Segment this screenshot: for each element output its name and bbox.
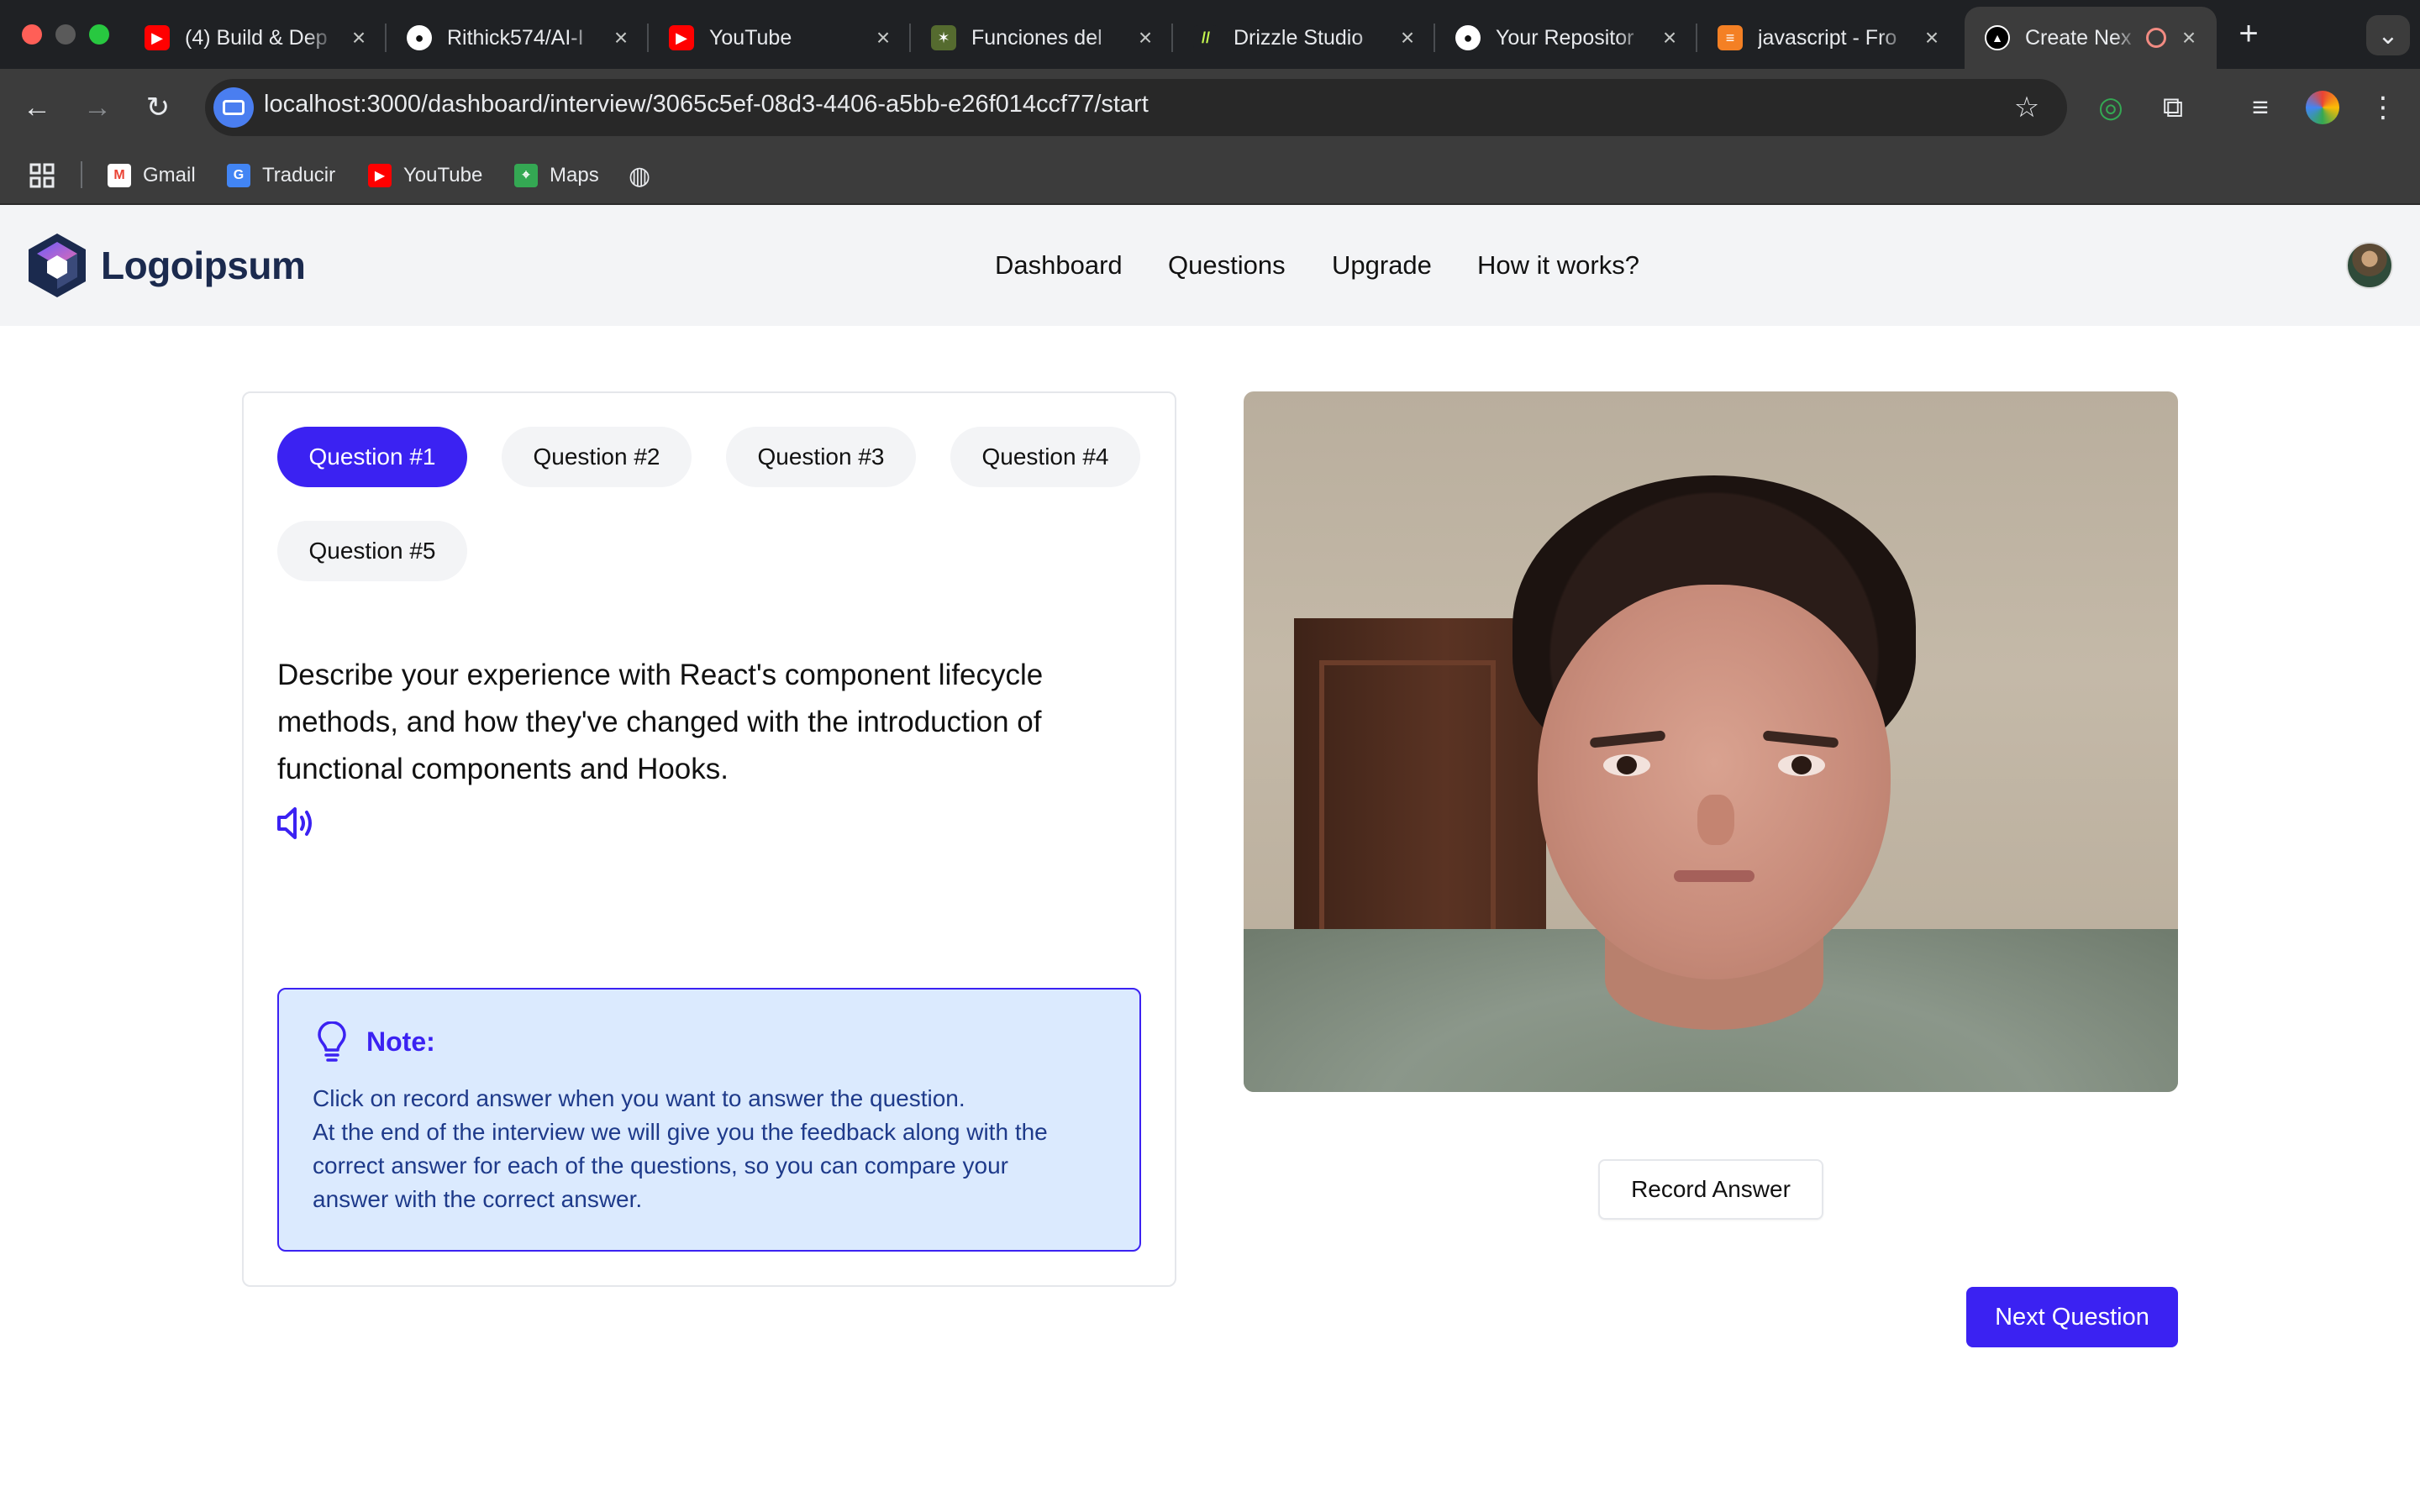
new-tab-button[interactable]: + (2228, 13, 2269, 54)
url-text[interactable]: localhost:3000/dashboard/interview/3065c… (264, 91, 1149, 118)
bookmark-star-icon[interactable]: ☆ (2007, 87, 2047, 128)
question-tab-5[interactable]: Question #5 (277, 521, 467, 581)
webcam-person-eye (1603, 754, 1650, 776)
nav-upgrade[interactable]: Upgrade (1332, 250, 1432, 281)
translate-icon: G (227, 164, 250, 187)
globe-icon[interactable]: ◍ (629, 160, 650, 192)
tab-title: javascript - Fro (1758, 25, 1897, 50)
apps-grid-icon[interactable] (29, 160, 55, 192)
bookmark-label: Traducir (262, 164, 336, 186)
note-line: At the end of the interview we will give… (313, 1119, 1048, 1145)
close-tab-icon[interactable]: × (346, 24, 371, 51)
youtube-icon: ▶ (368, 164, 392, 187)
bookmark-maps[interactable]: ⌖ Maps (514, 160, 599, 192)
browser-tab[interactable]: ✶ Funciones del × (911, 7, 1173, 69)
browser-tab-strip: ▶ (4) Build & Dep × ● Rithick574/AI-I × … (0, 0, 2420, 69)
webcam-person-nose (1697, 795, 1734, 845)
question-tab-1[interactable]: Question #1 (277, 427, 467, 487)
webcam-person-mouth (1674, 870, 1754, 882)
question-line: methods, and how they've changed with th… (277, 706, 1042, 738)
media-controls-icon[interactable]: ≡ (2240, 87, 2281, 128)
recording-indicator-icon (2146, 28, 2166, 48)
tab-title: Funciones del (971, 25, 1102, 50)
close-tab-icon[interactable]: × (608, 24, 634, 51)
note-line: answer with the correct answer. (313, 1186, 643, 1212)
close-window-button[interactable] (22, 24, 42, 45)
tab-title: YouTube (709, 25, 792, 50)
browser-tab[interactable]: ● Rithick574/AI-I × (387, 7, 649, 69)
tab-title: Your Repositor (1496, 25, 1634, 50)
youtube-icon: ▶ (669, 25, 694, 50)
bookmark-youtube[interactable]: ▶ YouTube (368, 160, 482, 192)
bookmark-label: Maps (550, 164, 599, 186)
lightbulb-icon (318, 1021, 346, 1062)
webcam-person-eye (1778, 754, 1825, 776)
minimize-window-button[interactable] (55, 24, 76, 45)
webcam-preview (1244, 391, 2178, 1092)
puzzle-extensions-icon[interactable]: ⧉ (2153, 87, 2193, 128)
nav-questions[interactable]: Questions (1168, 250, 1286, 281)
bookmarks-divider (81, 161, 82, 188)
user-avatar[interactable] (2346, 242, 2393, 289)
browser-menu-icon[interactable]: ⋮ (2363, 87, 2403, 128)
bookmark-label: Gmail (143, 164, 196, 186)
question-tab-4[interactable]: Question #4 (950, 427, 1140, 487)
close-tab-icon[interactable]: × (871, 24, 896, 51)
maximize-window-button[interactable] (89, 24, 109, 45)
youtube-icon: ▶ (145, 25, 170, 50)
bookmark-label: YouTube (403, 164, 483, 186)
record-answer-button[interactable]: Record Answer (1598, 1159, 1823, 1220)
back-button[interactable]: ← (17, 87, 57, 128)
tab-title: (4) Build & Dep (185, 25, 328, 50)
gmail-icon: M (108, 164, 131, 187)
logo-icon (29, 234, 86, 297)
browser-tab-active[interactable]: ▲ Create Nex × (1965, 7, 2217, 69)
tab-search-button[interactable]: ⌄ (2366, 15, 2410, 55)
browser-tab[interactable]: ≡ javascript - Fro × (1697, 7, 1960, 69)
drizzle-icon: // (1193, 25, 1218, 50)
next-question-button[interactable]: Next Question (1966, 1287, 2178, 1347)
logo-text: Logoipsum (101, 244, 306, 287)
close-tab-icon[interactable]: × (1395, 24, 1420, 51)
reload-button[interactable]: ↻ (138, 87, 178, 128)
note-line: correct answer for each of the questions… (313, 1152, 1008, 1179)
site-info-icon[interactable] (213, 87, 254, 128)
github-icon: ● (1455, 25, 1481, 50)
extension-icon[interactable]: ◎ (2091, 87, 2131, 128)
close-tab-icon[interactable]: × (1919, 24, 1944, 51)
browser-tab[interactable]: ● Your Repositor × (1435, 7, 1697, 69)
note-line: Click on record answer when you want to … (313, 1085, 965, 1111)
github-icon: ● (407, 25, 432, 50)
browser-tab[interactable]: ▶ (4) Build & Dep × (124, 7, 387, 69)
note-title: Note: (366, 1026, 435, 1057)
tab-title: Rithick574/AI-I (447, 25, 584, 50)
maps-icon: ⌖ (514, 164, 538, 187)
close-tab-icon[interactable]: × (2176, 24, 2202, 51)
question-text: Describe your experience with React's co… (277, 652, 1160, 793)
nav-dashboard[interactable]: Dashboard (995, 250, 1123, 281)
nav-how-it-works[interactable]: How it works? (1477, 250, 1639, 281)
profile-icon[interactable] (2302, 87, 2343, 128)
speaker-icon[interactable] (276, 805, 318, 842)
tab-title: Drizzle Studio (1234, 25, 1364, 50)
forward-button[interactable]: → (77, 87, 118, 128)
nextjs-icon: ▲ (1985, 25, 2010, 50)
logo[interactable]: Logoipsum (25, 232, 306, 299)
close-tab-icon[interactable]: × (1657, 24, 1682, 51)
browser-tab[interactable]: ▶ YouTube × (649, 7, 911, 69)
browser-tab[interactable]: // Drizzle Studio × (1173, 7, 1435, 69)
tab-title: Create Nex (2025, 25, 2132, 50)
tree-icon: ✶ (931, 25, 956, 50)
question-line: Describe your experience with React's co… (277, 659, 1044, 691)
close-tab-icon[interactable]: × (1133, 24, 1158, 51)
bookmark-traducir[interactable]: G Traducir (227, 160, 335, 192)
question-line: functional components and Hooks. (277, 753, 729, 785)
webcam-person-face (1538, 585, 1891, 979)
question-tab-3[interactable]: Question #3 (726, 427, 916, 487)
stackoverflow-icon: ≡ (1718, 25, 1743, 50)
bookmark-gmail[interactable]: M Gmail (108, 160, 196, 192)
question-tab-2[interactable]: Question #2 (502, 427, 692, 487)
bookmarks-bar (0, 146, 2420, 205)
